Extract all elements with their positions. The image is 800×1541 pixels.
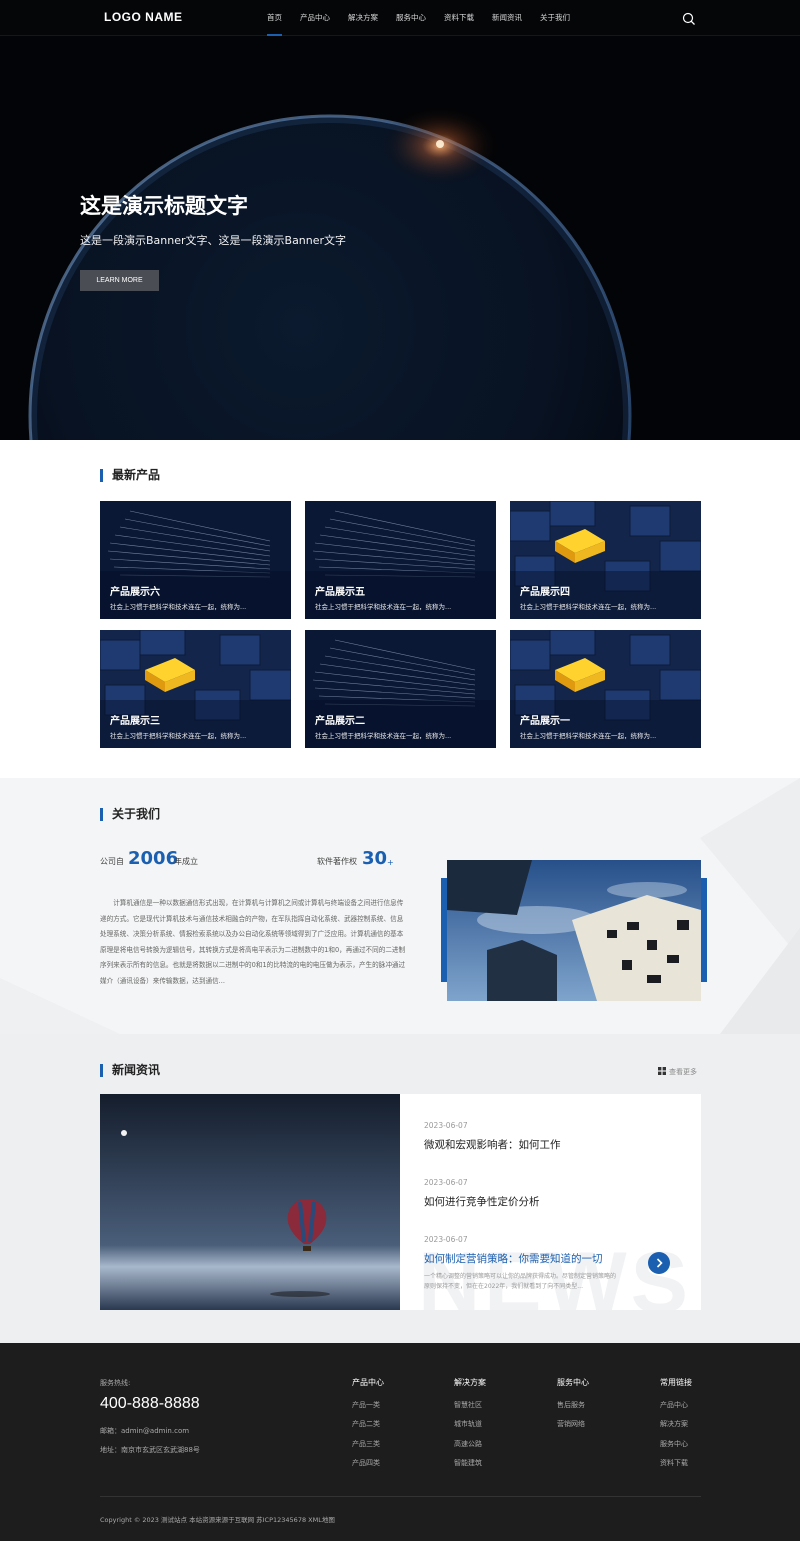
news-date: 2023-06-07: [424, 1235, 468, 1244]
product-card[interactable]: 产品展示三 社会上习惯于把科学和技术连在一起，统称为...: [100, 630, 291, 748]
copyright-text: Copyright © 2023 测试站点 本站资源来源于互联网 苏ICP123…: [100, 1516, 335, 1524]
main-nav: 首页 产品中心 解决方案 服务中心 资料下载 新闻资讯 关于我们: [258, 0, 579, 36]
nav-service[interactable]: 服务中心: [387, 0, 435, 36]
about-description: 计算机通信是一种以数据通信形式出现，在计算机与计算机之间或计算机与终端设备之间进…: [100, 899, 406, 985]
news-date: 2023-06-07: [424, 1178, 468, 1187]
news-title[interactable]: 微观和宏观影响者：如何工作: [424, 1137, 561, 1152]
product-desc: 社会上习惯于把科学和技术连在一起，统称为...: [110, 732, 247, 740]
founded-year: 2006: [128, 848, 179, 869]
about-section-title: 关于我们: [100, 808, 160, 821]
footer-link[interactable]: 产品二类: [352, 1419, 380, 1429]
nav-downloads[interactable]: 资料下载: [435, 0, 483, 36]
product-desc: 社会上习惯于把科学和技术连在一起，统称为...: [315, 603, 452, 611]
footer-link[interactable]: 产品一类: [352, 1400, 380, 1410]
logo[interactable]: LOGO NAME: [104, 10, 183, 24]
chevron-right-icon[interactable]: [648, 1252, 670, 1274]
footer-email: 邮箱：admin@admin.com: [100, 1427, 190, 1435]
product-name: 产品展示四: [520, 587, 570, 598]
nav-about[interactable]: 关于我们: [531, 0, 579, 36]
search-icon[interactable]: [682, 11, 696, 25]
copyright-count: 30: [362, 848, 388, 869]
footer-link[interactable]: 城市轨道: [454, 1419, 482, 1429]
footer-link[interactable]: 产品三类: [352, 1439, 380, 1449]
product-desc: 社会上习惯于把科学和技术连在一起，统称为...: [110, 603, 247, 611]
news-title-active[interactable]: 如何制定营销策略：你需要知道的一切: [424, 1251, 603, 1266]
footer-link[interactable]: 产品中心: [660, 1400, 688, 1410]
footer-link[interactable]: 资料下载: [660, 1458, 688, 1468]
copyright-count-suffix: +: [387, 858, 394, 867]
site-header: LOGO NAME 首页 产品中心 解决方案 服务中心 资料下载 新闻资讯 关于…: [0, 0, 800, 36]
product-card[interactable]: 产品展示一 社会上习惯于把科学和技术连在一起，统称为...: [510, 630, 701, 748]
founded-suffix: 年成立: [174, 857, 198, 866]
footer-link[interactable]: 智慧社区: [454, 1400, 482, 1410]
product-desc: 社会上习惯于把科学和技术连在一起，统称为...: [520, 603, 657, 611]
hotline-label: 服务热线:: [100, 1379, 131, 1387]
about-section: 关于我们 公司自 2006 年成立 软件著作权 30 + 计算机通信是一种以数据…: [0, 778, 800, 1034]
site-footer: 服务热线: 400-888-8888 邮箱：admin@admin.com 地址…: [0, 1343, 800, 1541]
product-name: 产品展示六: [110, 587, 160, 598]
footer-link[interactable]: 产品四类: [352, 1458, 380, 1468]
news-section: 新闻资讯 查看更多 NEWS 2023-06-07 微观和宏观影响者：如何工作 …: [0, 1034, 800, 1343]
product-desc: 社会上习惯于把科学和技术连在一起，统称为...: [315, 732, 452, 740]
product-card[interactable]: 产品展示四 社会上习惯于把科学和技术连在一起，统称为...: [510, 501, 701, 619]
banner-subtitle: 这是一段演示Banner文字、这是一段演示Banner文字: [80, 234, 347, 247]
footer-address: 地址：南京市玄武区玄武湖88号: [100, 1446, 200, 1454]
footer-link[interactable]: 高速公路: [454, 1439, 482, 1449]
about-image-accent-right: [701, 878, 707, 982]
product-name: 产品展示一: [520, 716, 570, 727]
nav-products[interactable]: 产品中心: [291, 0, 339, 36]
news-title[interactable]: 如何进行竞争性定价分析: [424, 1194, 540, 1209]
news-section-title: 新闻资讯: [100, 1064, 160, 1077]
products-section-title: 最新产品: [100, 469, 160, 482]
product-desc: 社会上习惯于把科学和技术连在一起，统称为...: [520, 732, 657, 740]
product-name: 产品展示二: [315, 716, 365, 727]
about-building-image: [447, 860, 701, 1001]
copyright-count-label: 软件著作权: [317, 857, 357, 866]
footer-link[interactable]: 营销网络: [557, 1419, 585, 1429]
founded-label: 公司自: [100, 857, 124, 866]
news-date: 2023-06-07: [424, 1121, 468, 1130]
learn-more-button[interactable]: LEARN MORE: [80, 270, 159, 291]
footer-col-title-products: 产品中心: [352, 1378, 384, 1387]
footer-link[interactable]: 售后服务: [557, 1400, 585, 1410]
product-card[interactable]: 产品展示二 社会上习惯于把科学和技术连在一起，统称为...: [305, 630, 496, 748]
footer-col-title-solutions: 解决方案: [454, 1378, 486, 1387]
nav-news[interactable]: 新闻资讯: [483, 0, 531, 36]
nav-home[interactable]: 首页: [258, 0, 291, 36]
view-more-label: 查看更多: [669, 1068, 697, 1076]
news-summary: 一个精心调整的营销策略可以让你的品牌获得成功。尽管制定营销策略的原则保持不变，但…: [424, 1273, 617, 1290]
hotline-number: 400-888-8888: [100, 1395, 200, 1412]
nav-solutions[interactable]: 解决方案: [339, 0, 387, 36]
product-card[interactable]: 产品展示六 社会上习惯于把科学和技术连在一起，统称为...: [100, 501, 291, 619]
footer-link[interactable]: 服务中心: [660, 1439, 688, 1449]
footer-link[interactable]: 智能建筑: [454, 1458, 482, 1468]
news-list: NEWS 2023-06-07 微观和宏观影响者：如何工作 2023-06-07…: [400, 1094, 701, 1310]
product-card[interactable]: 产品展示五 社会上习惯于把科学和技术连在一起，统称为...: [305, 501, 496, 619]
news-balloon-image[interactable]: [100, 1094, 400, 1310]
banner-title: 这是演示标题文字: [80, 194, 248, 218]
product-name: 产品展示三: [110, 716, 160, 727]
footer-col-title-service: 服务中心: [557, 1378, 589, 1387]
grid-icon: [658, 1067, 666, 1075]
hero-banner: 这是演示标题文字 这是一段演示Banner文字、这是一段演示Banner文字 L…: [0, 36, 800, 440]
footer-link[interactable]: 解决方案: [660, 1419, 688, 1429]
product-name: 产品展示五: [315, 587, 365, 598]
footer-col-title-links: 常用链接: [660, 1378, 692, 1387]
footer-divider: [100, 1496, 701, 1497]
view-more-link[interactable]: 查看更多: [658, 1067, 697, 1077]
